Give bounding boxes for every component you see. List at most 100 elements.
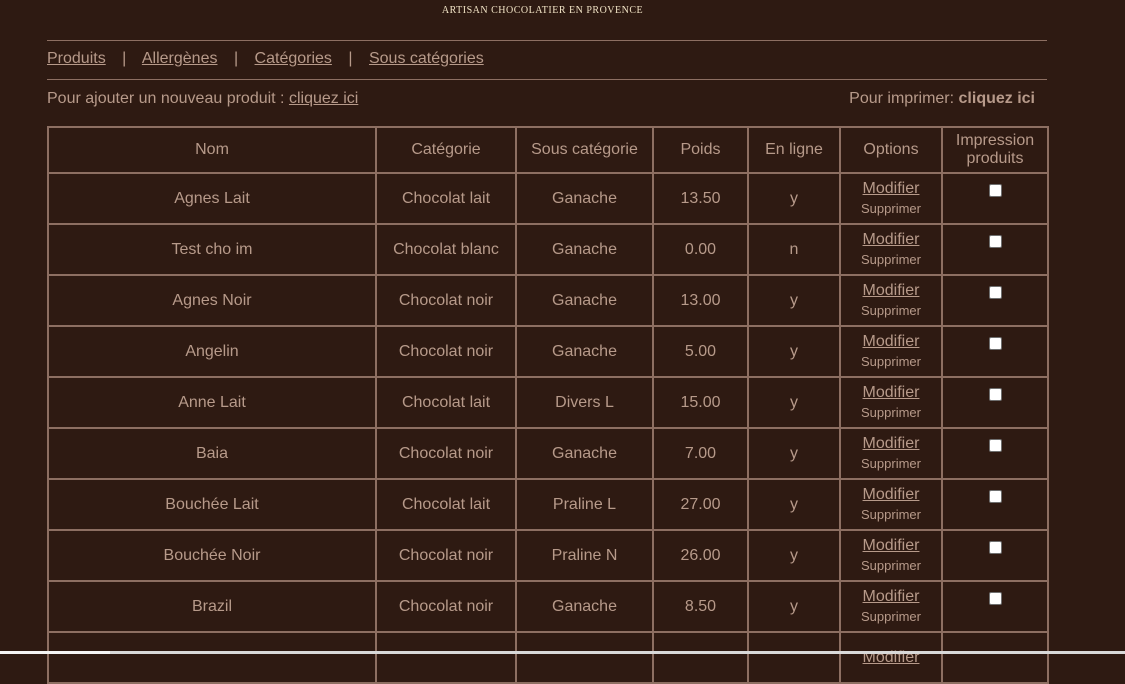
modify-link[interactable]: Modifier	[841, 332, 941, 352]
print-checkbox[interactable]	[988, 591, 1002, 605]
cell-en-ligne: y	[747, 580, 841, 633]
cell-impression	[941, 580, 1049, 633]
modify-link[interactable]: Modifier	[841, 179, 941, 199]
cell-impression	[941, 376, 1049, 429]
modify-link[interactable]: Modifier	[841, 536, 941, 556]
cell-en-ligne: y	[747, 376, 841, 429]
delete-link[interactable]: Supprimer	[841, 607, 941, 627]
cell-poids	[652, 631, 749, 684]
cell-categorie	[375, 631, 517, 684]
print-text: Pour imprimer:	[849, 90, 959, 107]
cell-nom: Agnes Lait	[47, 172, 377, 225]
modify-link[interactable]: Modifier	[841, 230, 941, 250]
cell-poids: 15.00	[652, 376, 749, 429]
delete-link[interactable]: Supprimer	[841, 505, 941, 525]
delete-link[interactable]: Supprimer	[841, 556, 941, 576]
cell-poids: 7.00	[652, 427, 749, 480]
cell-categorie: Chocolat noir	[375, 325, 517, 378]
print-checkbox[interactable]	[988, 336, 1002, 350]
cell-categorie: Chocolat noir	[375, 529, 517, 582]
delete-link[interactable]: Supprimer	[841, 352, 941, 372]
site-tagline: ARTISAN CHOCOLATIER EN PROVENCE	[441, 5, 644, 16]
modify-link[interactable]: Modifier	[841, 383, 941, 403]
cell-poids: 27.00	[652, 478, 749, 531]
cell-en-ligne: y	[747, 427, 841, 480]
column-header-sous-categorie: Sous catégorie	[515, 126, 654, 174]
cell-sous-categorie: Divers L	[515, 376, 654, 429]
cell-impression	[941, 274, 1049, 327]
nav-link-sous-categories[interactable]: Sous catégories	[369, 50, 484, 67]
print-checkbox[interactable]	[988, 489, 1002, 503]
delete-link[interactable]: Supprimer	[841, 250, 941, 270]
cell-categorie: Chocolat lait	[375, 376, 517, 429]
cell-sous-categorie: Ganache	[515, 427, 654, 480]
cell-nom: Test cho im	[47, 223, 377, 276]
nav-separator: |	[348, 50, 353, 67]
cell-sous-categorie: Ganache	[515, 325, 654, 378]
column-header-categorie: Catégorie	[375, 126, 517, 174]
nav-divider	[47, 79, 1047, 80]
cell-impression	[941, 529, 1049, 582]
cell-en-ligne: y	[747, 274, 841, 327]
cell-options: Modifier	[839, 631, 943, 684]
cell-nom: Baia	[47, 427, 377, 480]
table-row: Bouchée Noir Chocolat noir Praline N 26.…	[47, 529, 1049, 582]
top-divider	[47, 40, 1047, 41]
nav-link-produits[interactable]: Produits	[47, 50, 106, 67]
column-header-en-ligne: En ligne	[747, 126, 841, 174]
cell-categorie: Chocolat noir	[375, 580, 517, 633]
cell-en-ligne: y	[747, 529, 841, 582]
add-product-text: Pour ajouter un nouveau produit :	[47, 90, 289, 107]
cell-nom: Brazil	[47, 580, 377, 633]
modify-link[interactable]: Modifier	[841, 434, 941, 454]
cell-sous-categorie: Ganache	[515, 172, 654, 225]
cell-sous-categorie: Praline N	[515, 529, 654, 582]
print-checkbox[interactable]	[988, 183, 1002, 197]
cell-categorie: Chocolat blanc	[375, 223, 517, 276]
cell-impression	[941, 172, 1049, 225]
nav-link-allergenes[interactable]: Allergènes	[142, 50, 218, 67]
cell-nom: Bouchée Noir	[47, 529, 377, 582]
table-row-partial: Modifier	[47, 631, 1049, 684]
modify-link[interactable]: Modifier	[841, 281, 941, 301]
cell-en-ligne: y	[747, 172, 841, 225]
table-row: Bouchée Lait Chocolat lait Praline L 27.…	[47, 478, 1049, 531]
print-checkbox[interactable]	[988, 285, 1002, 299]
nav-separator: |	[233, 50, 239, 67]
cell-en-ligne	[747, 631, 841, 684]
cell-options: Modifier Supprimer	[839, 376, 943, 429]
nav-separator: |	[122, 50, 127, 67]
impression-header-line2: produits	[966, 150, 1024, 167]
cell-options: Modifier Supprimer	[839, 529, 943, 582]
print-checkbox[interactable]	[988, 438, 1002, 452]
table-row: Brazil Chocolat noir Ganache 8.50 y Modi…	[47, 580, 1049, 633]
cell-en-ligne: y	[747, 478, 841, 531]
table-row: Anne Lait Chocolat lait Divers L 15.00 y…	[47, 376, 1049, 429]
column-header-options: Options	[839, 126, 943, 174]
modify-link[interactable]: Modifier	[841, 587, 941, 607]
delete-link[interactable]: Supprimer	[841, 454, 941, 474]
cell-impression	[941, 427, 1049, 480]
modify-link[interactable]: Modifier	[841, 485, 941, 505]
print-checkbox[interactable]	[988, 540, 1002, 554]
delete-link[interactable]: Supprimer	[841, 199, 941, 219]
column-header-nom: Nom	[47, 126, 377, 174]
nav-link-categories[interactable]: Catégories	[255, 50, 332, 67]
cell-categorie: Chocolat noir	[375, 427, 517, 480]
add-product-line: Pour ajouter un nouveau produit : clique…	[47, 90, 358, 108]
cell-nom	[47, 631, 377, 684]
cell-impression	[941, 478, 1049, 531]
print-link[interactable]: cliquez ici	[959, 90, 1035, 107]
print-checkbox[interactable]	[988, 234, 1002, 248]
delete-link[interactable]: Supprimer	[841, 403, 941, 423]
column-header-poids: Poids	[652, 126, 749, 174]
add-product-link[interactable]: cliquez ici	[289, 90, 358, 107]
cell-options: Modifier Supprimer	[839, 172, 943, 225]
table-header-row: Nom Catégorie Sous catégorie Poids En li…	[47, 126, 1049, 174]
cell-options: Modifier Supprimer	[839, 325, 943, 378]
print-checkbox[interactable]	[988, 387, 1002, 401]
cell-poids: 26.00	[652, 529, 749, 582]
cell-poids: 13.00	[652, 274, 749, 327]
delete-link[interactable]: Supprimer	[841, 301, 941, 321]
cell-impression	[941, 325, 1049, 378]
